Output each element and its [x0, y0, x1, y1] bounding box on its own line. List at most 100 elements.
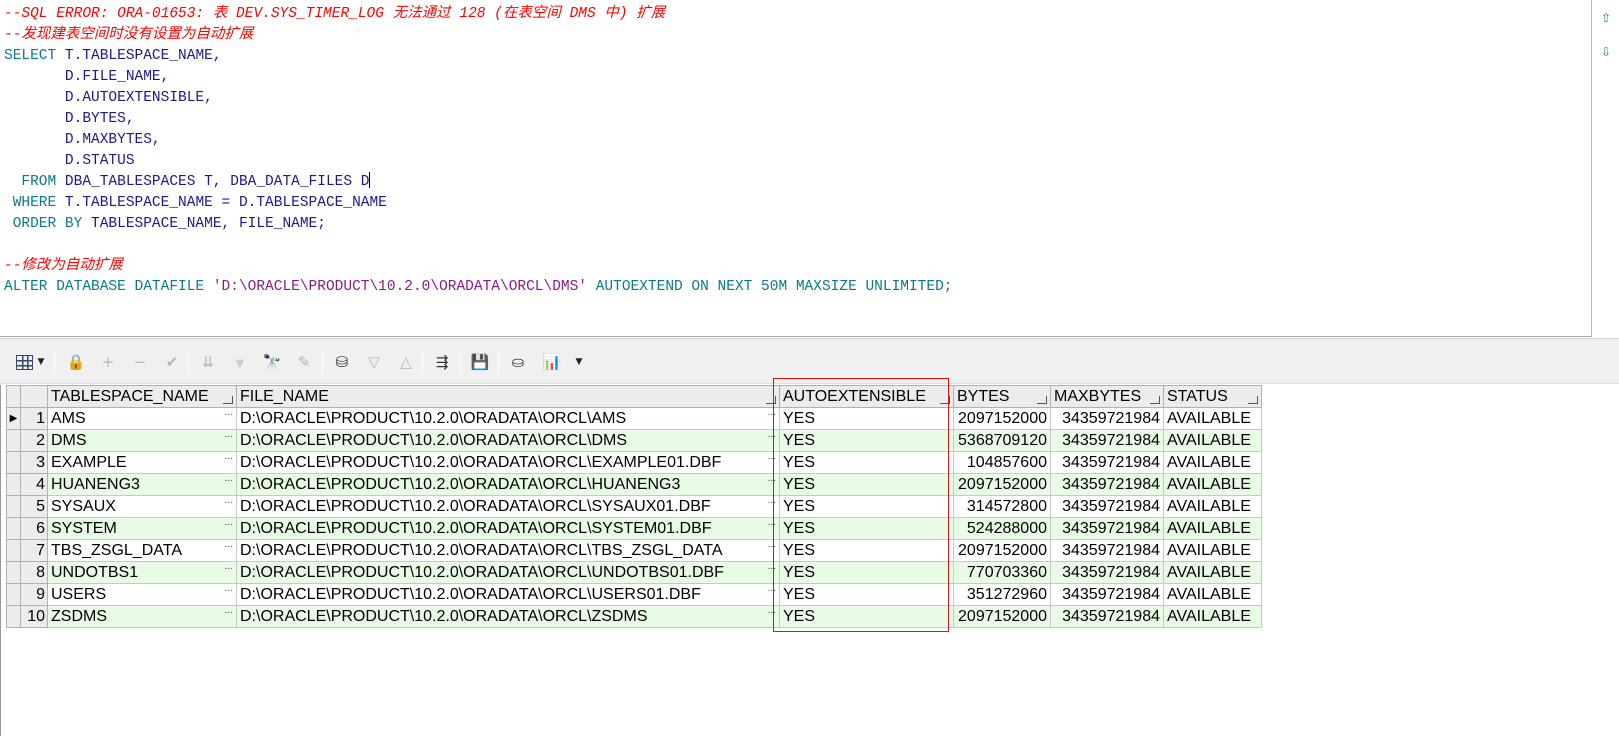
cell-status[interactable]: AVAILABLE [1163, 495, 1262, 518]
column-filter-icon[interactable] [1150, 396, 1160, 404]
cell-edit-ellipsis-icon[interactable]: ... [768, 453, 776, 463]
column-header-bytes[interactable]: BYTES [953, 385, 1051, 408]
cell-maxbytes[interactable]: 34359721984 [1050, 451, 1164, 474]
clear-icon[interactable]: ✎ [292, 351, 316, 373]
cell-edit-ellipsis-icon[interactable]: ... [768, 585, 776, 595]
cell-edit-ellipsis-icon[interactable]: ... [768, 607, 776, 617]
table-row[interactable]: 3 EXAMPLE... D:\ORACLE\PRODUCT\10.2.0\ORAD… [6, 451, 1262, 474]
column-filter-icon[interactable] [940, 396, 950, 404]
row-indicator[interactable] [6, 605, 21, 628]
table-row[interactable]: 6 SYSTEM... D:\ORACLE\PRODUCT\10.2.0\ORADA… [6, 517, 1262, 540]
cell-maxbytes[interactable]: 34359721984 [1050, 517, 1164, 540]
column-header-maxbytes[interactable]: MAXBYTES [1050, 385, 1164, 408]
cell-tablespace-name[interactable]: AMS... [47, 407, 237, 430]
cell-status[interactable]: AVAILABLE [1163, 539, 1262, 562]
chart-menu-dropdown-icon[interactable]: ▼ [572, 351, 586, 373]
arrow-down-icon[interactable]: ⇩ [1599, 44, 1613, 60]
column-header-tablespace-name[interactable]: TABLESPACE_NAME [47, 385, 237, 408]
cell-edit-ellipsis-icon[interactable]: ... [225, 409, 233, 419]
table-row[interactable]: ▶ 1 AMS... D:\ORACLE\PRODUCT\10.2.0\ORADATA… [6, 407, 1262, 430]
row-indicator[interactable] [6, 429, 21, 452]
row-indicator[interactable] [6, 451, 21, 474]
row-indicator[interactable] [6, 473, 21, 496]
table-row[interactable]: 2 DMS... D:\ORACLE\PRODUCT\10.2.0\ORADATA\… [6, 429, 1262, 452]
cell-edit-ellipsis-icon[interactable]: ... [225, 585, 233, 595]
column-header-autoextensible[interactable]: AUTOEXTENSIBLE [779, 385, 954, 408]
cell-file-name[interactable]: D:\ORACLE\PRODUCT\10.2.0\ORADATA\ORCL\SY… [236, 495, 780, 518]
row-indicator[interactable] [6, 539, 21, 562]
cell-status[interactable]: AVAILABLE [1163, 451, 1262, 474]
cell-maxbytes[interactable]: 34359721984 [1050, 583, 1164, 606]
grid-view-icon[interactable] [12, 351, 36, 373]
cell-bytes[interactable]: 104857600 [953, 451, 1051, 474]
table-row[interactable]: 4 HUANENG3... D:\ORACLE\PRODUCT\10.2.0\ORA… [6, 473, 1262, 496]
column-header-file-name[interactable]: FILE_NAME [236, 385, 780, 408]
cell-edit-ellipsis-icon[interactable]: ... [225, 453, 233, 463]
next-record-icon[interactable]: ▽ [362, 351, 386, 373]
cell-file-name[interactable]: D:\ORACLE\PRODUCT\10.2.0\ORADATA\ORCL\EX… [236, 451, 780, 474]
cell-autoextensible[interactable]: YES [779, 451, 954, 474]
cell-edit-ellipsis-icon[interactable]: ... [768, 563, 776, 573]
cell-file-name[interactable]: D:\ORACLE\PRODUCT\10.2.0\ORADATA\ORCL\HU… [236, 473, 780, 496]
cell-maxbytes[interactable]: 34359721984 [1050, 407, 1164, 430]
sql-code[interactable]: --SQL ERROR: ORA-01653: 表 DEV.SYS_TIMER_… [4, 4, 1584, 298]
cell-tablespace-name[interactable]: SYSTEM... [47, 517, 237, 540]
cell-status[interactable]: AVAILABLE [1163, 517, 1262, 540]
result-grid[interactable]: TABLESPACE_NAME FILE_NAME AUTOEXTENSIBLE BY… [6, 385, 1262, 628]
row-indicator[interactable] [6, 517, 21, 540]
column-filter-icon[interactable] [766, 396, 776, 404]
cell-edit-ellipsis-icon[interactable]: ... [225, 519, 233, 529]
cell-bytes[interactable]: 2097152000 [953, 407, 1051, 430]
post-changes-icon[interactable]: ✔ [160, 351, 184, 373]
cell-edit-ellipsis-icon[interactable]: ... [768, 409, 776, 419]
cell-autoextensible[interactable]: YES [779, 583, 954, 606]
cell-edit-ellipsis-icon[interactable]: ... [768, 519, 776, 529]
cell-edit-ellipsis-icon[interactable]: ... [225, 563, 233, 573]
cell-file-name[interactable]: D:\ORACLE\PRODUCT\10.2.0\ORADATA\ORCL\TB… [236, 539, 780, 562]
cell-tablespace-name[interactable]: USERS... [47, 583, 237, 606]
fetch-last-icon[interactable]: ⩔ [228, 351, 252, 373]
cell-edit-ellipsis-icon[interactable]: ... [225, 431, 233, 441]
cell-autoextensible[interactable]: YES [779, 561, 954, 584]
cell-tablespace-name[interactable]: UNDOTBS1... [47, 561, 237, 584]
cell-tablespace-name[interactable]: EXAMPLE... [47, 451, 237, 474]
table-row[interactable]: 10 ZSDMS... D:\ORACLE\PRODUCT\10.2.0\ORADA… [6, 605, 1262, 628]
save-icon[interactable]: 💾 [468, 351, 492, 373]
cell-status[interactable]: AVAILABLE [1163, 583, 1262, 606]
cell-file-name[interactable]: D:\ORACLE\PRODUCT\10.2.0\ORADATA\ORCL\SY… [236, 517, 780, 540]
cell-maxbytes[interactable]: 34359721984 [1050, 473, 1164, 496]
cell-autoextensible[interactable]: YES [779, 473, 954, 496]
cell-status[interactable]: AVAILABLE [1163, 473, 1262, 496]
current-row-indicator-icon[interactable]: ▶ [6, 407, 21, 430]
cell-edit-ellipsis-icon[interactable]: ... [225, 475, 233, 485]
fetch-next-icon[interactable]: ⇊ [196, 351, 220, 373]
column-filter-icon[interactable] [1248, 396, 1258, 404]
cell-edit-ellipsis-icon[interactable]: ... [225, 497, 233, 507]
cell-tablespace-name[interactable]: TBS_ZSGL_DATA... [47, 539, 237, 562]
chart-icon[interactable]: 📊 [540, 351, 564, 373]
cell-maxbytes[interactable]: 34359721984 [1050, 561, 1164, 584]
cell-file-name[interactable]: D:\ORACLE\PRODUCT\10.2.0\ORADATA\ORCL\US… [236, 583, 780, 606]
cell-file-name[interactable]: D:\ORACLE\PRODUCT\10.2.0\ORADATA\ORCL\DM… [236, 429, 780, 452]
cell-bytes[interactable]: 5368709120 [953, 429, 1051, 452]
cell-bytes[interactable]: 770703360 [953, 561, 1051, 584]
table-row[interactable]: 9 USERS... D:\ORACLE\PRODUCT\10.2.0\ORADAT… [6, 583, 1262, 606]
cell-edit-ellipsis-icon[interactable]: ... [768, 475, 776, 485]
cell-tablespace-name[interactable]: ZSDMS... [47, 605, 237, 628]
cell-maxbytes[interactable]: 34359721984 [1050, 495, 1164, 518]
cell-tablespace-name[interactable]: SYSAUX... [47, 495, 237, 518]
cell-autoextensible[interactable]: YES [779, 539, 954, 562]
find-icon[interactable]: 🔭 [260, 351, 284, 373]
cell-edit-ellipsis-icon[interactable]: ... [225, 541, 233, 551]
cell-file-name[interactable]: D:\ORACLE\PRODUCT\10.2.0\ORADATA\ORCL\ZS… [236, 605, 780, 628]
cell-tablespace-name[interactable]: HUANENG3... [47, 473, 237, 496]
table-row[interactable]: 7 TBS_ZSGL_DATA... D:\ORACLE\PRODUCT\10.2.… [6, 539, 1262, 562]
cell-edit-ellipsis-icon[interactable]: ... [768, 431, 776, 441]
grid-menu-dropdown-icon[interactable]: ▼ [34, 351, 48, 373]
cell-autoextensible[interactable]: YES [779, 429, 954, 452]
cell-bytes[interactable]: 351272960 [953, 583, 1051, 606]
table-row[interactable]: 8 UNDOTBS1... D:\ORACLE\PRODUCT\10.2.0\ORA… [6, 561, 1262, 584]
cell-file-name[interactable]: D:\ORACLE\PRODUCT\10.2.0\ORADATA\ORCL\UN… [236, 561, 780, 584]
column-filter-icon[interactable] [223, 396, 233, 404]
delete-record-icon[interactable]: − [128, 351, 152, 373]
